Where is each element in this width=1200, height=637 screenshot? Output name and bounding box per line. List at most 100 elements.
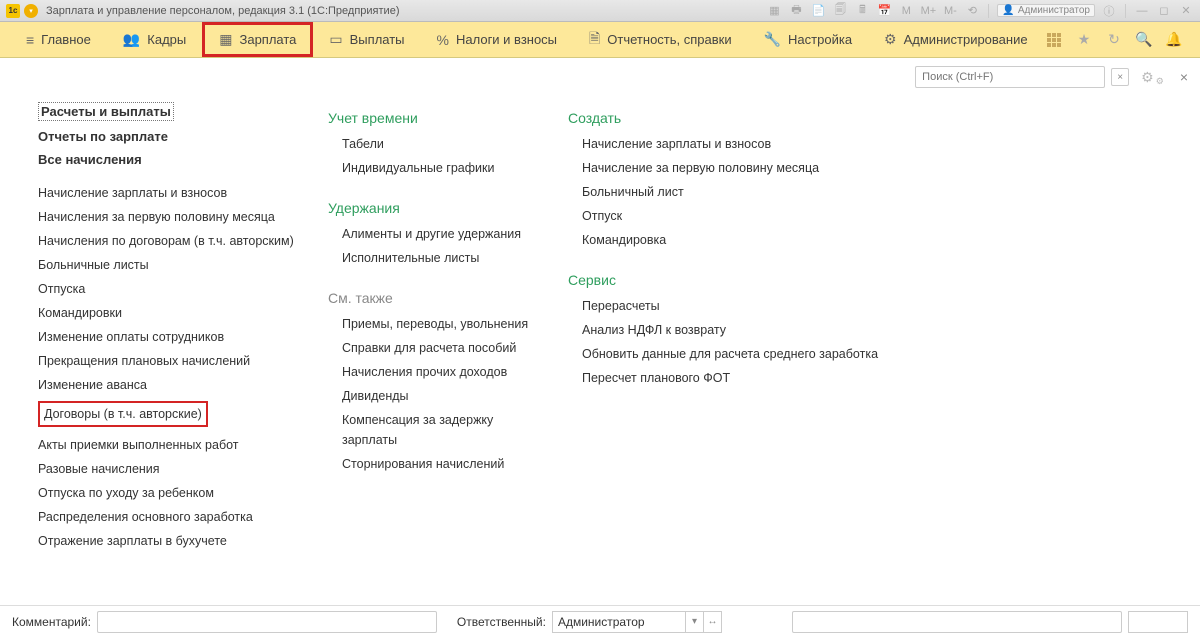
right-link[interactable]: Начисление зарплаты и взносов xyxy=(582,134,878,154)
table-icon: ▦ xyxy=(219,31,232,48)
search-clear-button[interactable]: × xyxy=(1111,68,1129,86)
mid-link[interactable]: Приемы, переводы, увольнения xyxy=(342,314,548,334)
bell-icon[interactable]: 🔔 xyxy=(1166,32,1182,48)
back-icon[interactable]: ⟲ xyxy=(964,3,980,19)
maximize-icon[interactable]: ◻ xyxy=(1156,3,1172,19)
user-badge[interactable]: 👤Администратор xyxy=(997,4,1095,17)
right-link[interactable]: Обновить данные для расчета среднего зар… xyxy=(582,344,878,364)
left-top-raschety[interactable]: Расчеты и выплаты xyxy=(38,102,174,121)
mid-link[interactable]: Алименты и другие удержания xyxy=(342,224,548,244)
right-link[interactable]: Отпуск xyxy=(582,206,878,226)
panel-search-input[interactable] xyxy=(915,66,1105,88)
panel-gear-icon[interactable]: ⚙ xyxy=(1141,69,1154,86)
content-panel: × ⚙⚙ × Расчеты и выплаты Отчеты по зарпл… xyxy=(0,58,1200,592)
left-top-otchety[interactable]: Отчеты по зарплате xyxy=(38,129,308,144)
gear-sub-icon: ⚙ xyxy=(1156,76,1164,87)
compare-icon[interactable]: 🗐 xyxy=(832,3,848,19)
wrench-icon: 🔧 xyxy=(764,31,781,48)
doc-icon[interactable]: 📄 xyxy=(810,3,826,19)
nav-otchet[interactable]: 🗎Отчетность, справки xyxy=(573,20,748,60)
comment-field[interactable] xyxy=(97,611,437,633)
left-link[interactable]: Начисления по договорам (в т.ч. авторски… xyxy=(38,231,308,251)
search-icon[interactable]: 🔍 xyxy=(1136,32,1152,48)
apps-grid-icon[interactable] xyxy=(1046,32,1062,48)
responsible-value: Администратор xyxy=(558,615,645,629)
nav-zarplata[interactable]: ▦Зарплата xyxy=(202,22,313,57)
nav-nalogi[interactable]: %Налоги и взносы xyxy=(421,24,574,56)
select-open-icon[interactable]: ↔ xyxy=(703,612,721,632)
main-nav: ≡Главное 👥Кадры ▦Зарплата ▭Выплаты %Нало… xyxy=(0,22,1200,58)
left-link[interactable]: Отпуска xyxy=(38,279,308,299)
toolbar-grid-icon[interactable]: ▦ xyxy=(766,3,782,19)
sec-sozdat: Создать xyxy=(568,110,878,126)
right-link[interactable]: Анализ НДФЛ к возврату xyxy=(582,320,878,340)
left-link[interactable]: Больничные листы xyxy=(38,255,308,275)
mid-link[interactable]: Сторнирования начислений xyxy=(342,454,548,474)
responsible-select[interactable]: Администратор ▾ ↔ xyxy=(552,611,722,633)
star-icon[interactable]: ★ xyxy=(1076,32,1092,48)
mid-link[interactable]: Индивидуальные графики xyxy=(342,158,548,178)
sec-uchet-vremeni: Учет времени xyxy=(328,110,548,126)
left-link[interactable]: Командировки xyxy=(38,303,308,323)
left-top-vse[interactable]: Все начисления xyxy=(38,152,308,167)
right-link[interactable]: Больничный лист xyxy=(582,182,878,202)
left-link[interactable]: Распределения основного заработка xyxy=(38,507,308,527)
menu-icon: ≡ xyxy=(26,32,34,48)
minimize-icon[interactable]: — xyxy=(1134,3,1150,19)
memory-m-icon[interactable]: M xyxy=(898,3,914,19)
left-link[interactable]: Отпуска по уходу за ребенком xyxy=(38,483,308,503)
select-dropdown-icon[interactable]: ▾ xyxy=(685,612,703,632)
left-link[interactable]: Прекращения плановых начислений xyxy=(38,351,308,371)
responautom-: Ответственный: xyxy=(457,615,546,629)
mid-link[interactable]: Исполнительные листы xyxy=(342,248,548,268)
sec-servis: Сервис xyxy=(568,272,878,288)
history-icon[interactable]: ↻ xyxy=(1106,32,1122,48)
user-icon: 👤 xyxy=(1002,5,1014,16)
people-icon: 👥 xyxy=(123,31,140,48)
nav-vyplaty[interactable]: ▭Выплаты xyxy=(313,23,420,56)
mid-link[interactable]: Табели xyxy=(342,134,548,154)
left-link[interactable]: Изменение аванса xyxy=(38,375,308,395)
left-link[interactable]: Изменение оплаты сотрудников xyxy=(38,327,308,347)
memory-mplus-icon[interactable]: M+ xyxy=(920,3,936,19)
wallet-icon: ▭ xyxy=(329,31,342,48)
window-title: Зарплата и управление персоналом, редакц… xyxy=(46,5,399,17)
right-link[interactable]: Начисление за первую половину месяца xyxy=(582,158,878,178)
print-icon[interactable]: 🖶 xyxy=(788,3,804,19)
mid-link[interactable]: Начисления прочих доходов xyxy=(342,362,548,382)
column-right: Создать Начисление зарплаты и взносов На… xyxy=(568,102,878,576)
calendar-icon[interactable]: 📅 xyxy=(876,3,892,19)
info-icon[interactable]: ⓘ xyxy=(1101,3,1117,19)
nav-kadry[interactable]: 👥Кадры xyxy=(107,23,202,56)
report-icon: 🗎 xyxy=(589,28,600,52)
left-link[interactable]: Начисление зарплаты и взносов xyxy=(38,183,308,203)
nav-settings[interactable]: 🔧Настройка xyxy=(748,23,868,56)
left-link[interactable]: Отражение зарплаты в бухучете xyxy=(38,531,308,551)
nav-main[interactable]: ≡Главное xyxy=(10,24,107,56)
mid-link[interactable]: Справки для расчета пособий xyxy=(342,338,548,358)
mid-link[interactable]: Дивиденды xyxy=(342,386,548,406)
column-left: Расчеты и выплаты Отчеты по зарплате Все… xyxy=(38,102,308,576)
sec-sm-takzhe: См. также xyxy=(328,290,548,306)
left-link[interactable]: Начисления за первую половину месяца xyxy=(38,207,308,227)
nav-admin[interactable]: ⚙Администрирование xyxy=(868,23,1044,56)
gear-icon: ⚙ xyxy=(884,31,897,48)
mid-link[interactable]: Компенсация за задержку зарплаты xyxy=(342,410,548,450)
column-mid: Учет времени Табели Индивидуальные графи… xyxy=(328,102,548,576)
memory-mminus-icon[interactable]: M- xyxy=(942,3,958,19)
close-icon[interactable]: ✕ xyxy=(1178,3,1194,19)
right-link[interactable]: Пересчет планового ФОТ xyxy=(582,368,878,388)
left-link[interactable]: Акты приемки выполненных работ xyxy=(38,435,308,455)
percent-icon: % xyxy=(437,32,449,48)
calc-icon[interactable]: 🖩 xyxy=(854,3,870,19)
footer-field-right[interactable] xyxy=(792,611,1122,633)
left-link[interactable]: Разовые начисления xyxy=(38,459,308,479)
right-link[interactable]: Перерасчеты xyxy=(582,296,878,316)
left-link-dogovory[interactable]: Договоры (в т.ч. авторские) xyxy=(38,401,208,427)
footer-bar: Комментарий: Ответственный: Администрато… xyxy=(0,605,1200,637)
panel-close-icon[interactable]: × xyxy=(1180,69,1188,85)
footer-small-field[interactable] xyxy=(1128,611,1188,633)
sec-uderzhaniya: Удержания xyxy=(328,200,548,216)
right-link[interactable]: Командировка xyxy=(582,230,878,250)
dropdown-icon[interactable]: ▾ xyxy=(24,4,38,18)
